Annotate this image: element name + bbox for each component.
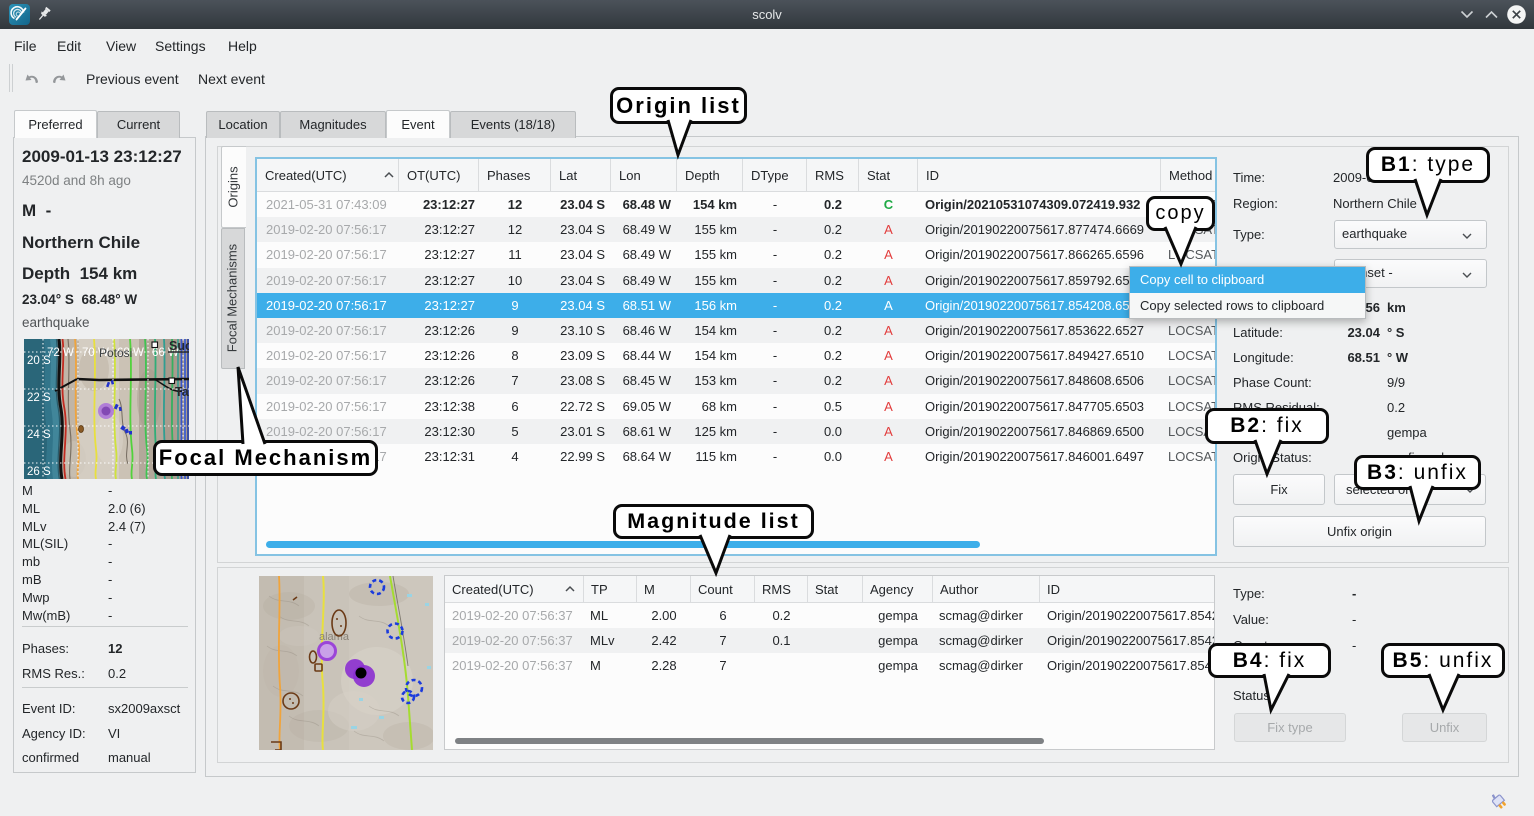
svg-text:Suc: Suc bbox=[169, 339, 189, 353]
svg-text:Potosi: Potosi bbox=[99, 346, 132, 360]
svg-text:72 W: 72 W bbox=[47, 347, 74, 359]
svg-text:24 S: 24 S bbox=[27, 429, 51, 441]
svg-text:Ta: Ta bbox=[175, 385, 189, 399]
svg-text:22 S: 22 S bbox=[27, 392, 51, 404]
svg-text:26 S: 26 S bbox=[27, 466, 51, 478]
